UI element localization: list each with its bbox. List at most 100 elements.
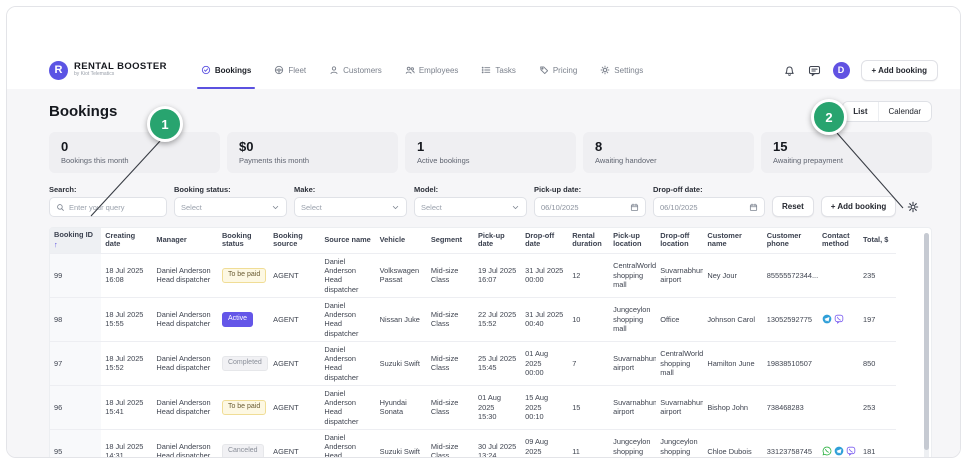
cell-booking-status: Active xyxy=(217,297,270,342)
reset-button[interactable]: Reset xyxy=(772,196,814,217)
column-header[interactable]: Drop-off location xyxy=(656,228,704,254)
gear-icon[interactable] xyxy=(903,197,923,217)
table-scrollbar[interactable] xyxy=(924,233,929,457)
cell-dropoff-date: 01 Aug 2025 00:00 xyxy=(521,341,569,386)
dropoff-date-input[interactable]: 06/10/2025 xyxy=(653,197,765,217)
column-header[interactable]: Contact method xyxy=(818,228,859,254)
tab-employees[interactable]: Employees xyxy=(405,51,458,89)
make-select[interactable]: Select xyxy=(294,197,407,217)
table-row[interactable]: 95 18 Jul 2025 14:31 Daniel Anderson Head d… xyxy=(50,429,896,457)
booking-status-label: Booking status: xyxy=(174,185,231,194)
filters-bar: Search: Booking status: Select Make: Sel… xyxy=(49,185,932,217)
search-input-inner[interactable] xyxy=(69,202,160,212)
add-booking-button-header[interactable]: + Add booking xyxy=(860,59,938,81)
column-header[interactable]: Booking source xyxy=(269,228,321,254)
avatar[interactable]: D xyxy=(832,61,850,79)
telegram-icon xyxy=(822,314,832,324)
cell-source-name: Daniel Anderson Head dispatcher xyxy=(320,253,376,298)
cell-rental-duration: 12 xyxy=(568,253,610,298)
cell-dropoff-date: 31 Jul 2025 00:00 xyxy=(521,253,569,298)
column-header[interactable]: Source name xyxy=(320,228,376,254)
table-row[interactable]: 99 18 Jul 2025 16:08 Daniel Anderson Head d… xyxy=(50,253,896,298)
cell-manager: Daniel Anderson Head dispatcher xyxy=(152,429,218,457)
stat-label: Bookings this month xyxy=(61,156,129,165)
column-header[interactable]: Booking ID ↑ xyxy=(50,228,102,254)
cell-vehicle: Nissan Juke xyxy=(375,297,427,342)
column-header[interactable]: Pick-up date xyxy=(473,228,522,254)
table-row[interactable]: 98 18 Jul 2025 15:55 Daniel Anderson Head d… xyxy=(50,297,896,342)
search-input[interactable] xyxy=(49,197,167,217)
cell-contact-method xyxy=(818,297,859,342)
sort-asc-icon[interactable]: ↑ xyxy=(54,240,58,249)
model-label: Model: xyxy=(414,185,439,194)
cell-pickup-date: 25 Jul 2025 15:45 xyxy=(473,341,522,386)
table-row[interactable]: 97 18 Jul 2025 15:52 Daniel Anderson Head d… xyxy=(50,341,896,386)
app-window: R RENTAL BOOSTER by Kiot Telematics Book… xyxy=(6,6,961,458)
tab-settings[interactable]: Settings xyxy=(600,51,643,89)
cell-customer-name: Johnson Carol xyxy=(703,297,763,342)
tab-label: Pricing xyxy=(552,65,578,75)
chat-icon[interactable] xyxy=(808,63,822,77)
column-header[interactable]: Customer phone xyxy=(762,228,819,254)
tab-label: Tasks xyxy=(495,65,516,75)
table-row[interactable]: 96 18 Jul 2025 15:41 Daniel Anderson Head d… xyxy=(50,385,896,430)
bell-icon[interactable] xyxy=(783,63,797,77)
booking-status-select[interactable]: Select xyxy=(174,197,287,217)
cell-booking-id: 99 xyxy=(50,253,102,298)
status-badge: Active xyxy=(221,311,254,327)
tab-tasks[interactable]: Tasks xyxy=(481,51,516,89)
status-badge: To be paid xyxy=(221,267,267,283)
search-icon xyxy=(56,203,65,212)
column-header[interactable]: Drop-off date xyxy=(521,228,569,254)
column-header[interactable]: Manager xyxy=(152,228,218,254)
make-value: Select xyxy=(301,202,322,212)
app-header: R RENTAL BOOSTER by Kiot Telematics Book… xyxy=(7,51,960,89)
cell-manager: Daniel Anderson Head dispatcher xyxy=(152,385,218,430)
column-header[interactable]: Total, $ xyxy=(859,228,896,254)
cell-customer-phone: 85555572344... xyxy=(762,253,819,298)
column-header[interactable]: Customer name xyxy=(703,228,763,254)
view-toggle: List Calendar xyxy=(842,101,932,122)
status-badge: Completed xyxy=(221,355,268,371)
cell-booking-source: AGENT xyxy=(269,341,321,386)
column-header[interactable]: Vehicle xyxy=(375,228,427,254)
table-header-row: Booking ID ↑ Creating date Manager Booking … xyxy=(50,228,896,254)
cell-booking-source: AGENT xyxy=(269,429,321,457)
top-whitespace xyxy=(7,7,960,51)
view-list-button[interactable]: List xyxy=(843,102,878,121)
status-badge: To be paid xyxy=(221,399,267,415)
cell-booking-id: 95 xyxy=(50,429,102,457)
column-header[interactable]: Rental duration xyxy=(568,228,610,254)
model-select[interactable]: Select xyxy=(414,197,527,217)
column-header[interactable]: Segment xyxy=(426,228,474,254)
pickup-date-input[interactable]: 06/10/2025 xyxy=(534,197,646,217)
tab-customers[interactable]: Customers xyxy=(329,51,382,89)
tab-label: Settings xyxy=(614,65,644,75)
pickup-date-label: Pick-up date: xyxy=(534,185,582,194)
tab-pricing[interactable]: Pricing xyxy=(539,51,577,89)
cell-total: 850 xyxy=(859,341,896,386)
cell-manager: Daniel Anderson Head dispatcher xyxy=(152,297,218,342)
cell-dropoff-location: Suvarnabhumi airport xyxy=(656,385,704,430)
scrollbar-thumb[interactable] xyxy=(924,233,929,450)
cell-dropoff-location: CentralWorld shopping mall xyxy=(656,341,704,386)
view-calendar-button[interactable]: Calendar xyxy=(877,102,931,121)
column-header[interactable]: Booking status xyxy=(217,228,270,254)
column-header[interactable]: Creating date xyxy=(101,228,153,254)
cell-pickup-date: 01 Aug 2025 15:30 xyxy=(473,385,522,430)
cell-booking-source: AGENT xyxy=(269,385,321,430)
column-header[interactable]: Pick-up location xyxy=(609,228,657,254)
tab-fleet[interactable]: Fleet xyxy=(274,51,306,89)
bookings-table-card: Booking ID ↑ Creating date Manager Booking … xyxy=(49,227,932,457)
add-booking-button-filters[interactable]: + Add booking xyxy=(820,196,897,217)
chevron-down-icon xyxy=(271,203,280,212)
cell-dropoff-date: 09 Aug 202503:40 xyxy=(521,429,569,457)
tab-bookings[interactable]: Bookings xyxy=(196,51,256,89)
viber-icon xyxy=(834,314,844,324)
annotation-circle-1: 1 xyxy=(147,106,183,142)
cell-dropoff-date: 31 Jul 2025 00:40 xyxy=(521,297,569,342)
cell-dropoff-location: Office xyxy=(656,297,704,342)
stat-card: 1 Active bookings xyxy=(405,132,576,173)
cell-creating-date: 18 Jul 2025 15:52 xyxy=(101,341,153,386)
search-label: Search: xyxy=(49,185,77,194)
